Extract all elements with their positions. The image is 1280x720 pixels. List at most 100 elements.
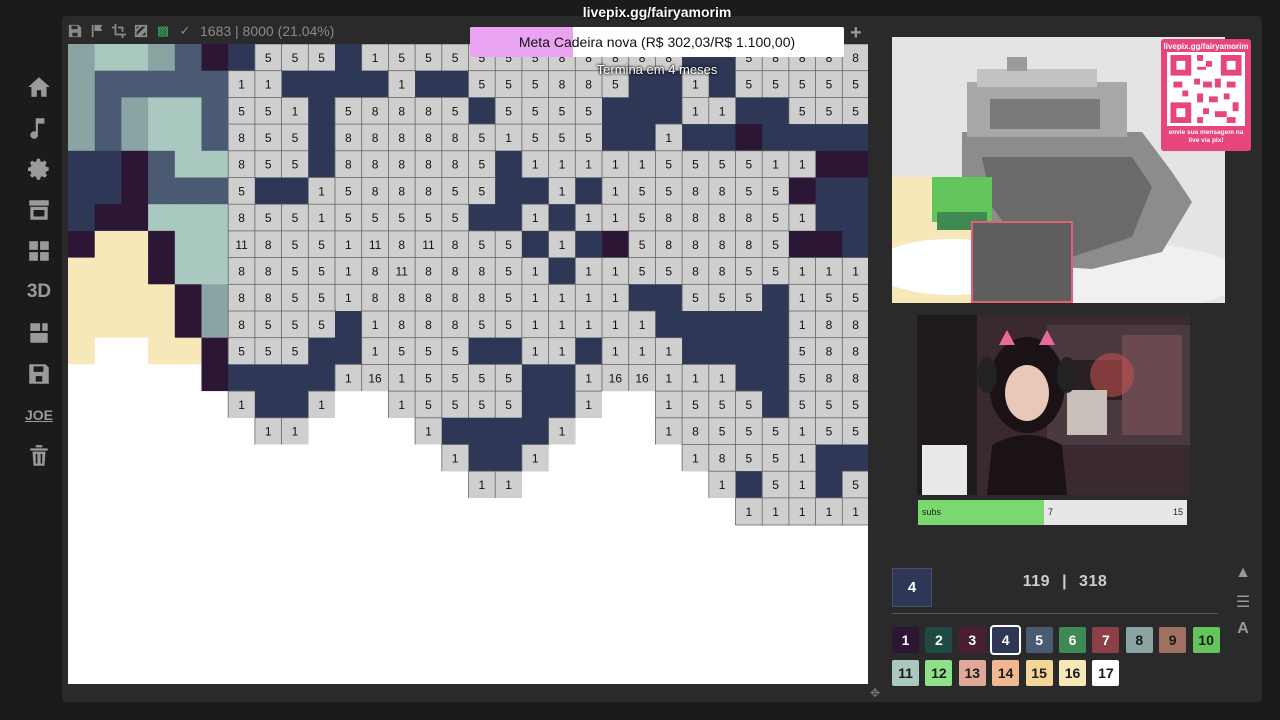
- palette-color-13[interactable]: 13: [958, 660, 986, 686]
- painted-cell[interactable]: [121, 44, 149, 72]
- painted-cell[interactable]: [148, 284, 176, 312]
- painted-cell[interactable]: [281, 70, 309, 98]
- painted-cell[interactable]: [174, 44, 202, 72]
- painted-cell[interactable]: [575, 444, 603, 472]
- painted-cell[interactable]: [628, 497, 656, 525]
- painted-cell[interactable]: [762, 337, 790, 365]
- painted-cell[interactable]: [708, 497, 736, 525]
- painted-cell[interactable]: [174, 471, 202, 499]
- painted-cell[interactable]: [174, 177, 202, 205]
- painted-cell[interactable]: [68, 284, 96, 312]
- painted-cell[interactable]: [121, 204, 149, 232]
- painted-cell[interactable]: [415, 444, 443, 472]
- painted-cell[interactable]: [281, 391, 309, 419]
- palette-color-9[interactable]: 9: [1159, 627, 1187, 653]
- painted-cell[interactable]: [68, 150, 96, 178]
- painted-cell[interactable]: [815, 124, 843, 152]
- painted-cell[interactable]: [602, 97, 630, 125]
- painted-cell[interactable]: [174, 204, 202, 232]
- painted-cell[interactable]: [68, 311, 96, 339]
- painted-cell[interactable]: [68, 337, 96, 365]
- painted-cell[interactable]: [174, 391, 202, 419]
- painted-cell[interactable]: [602, 417, 630, 445]
- painted-cell[interactable]: [441, 70, 469, 98]
- painted-cell[interactable]: [94, 230, 122, 258]
- painted-cell[interactable]: [94, 124, 122, 152]
- painted-cell[interactable]: [361, 70, 389, 98]
- pixel-canvas[interactable]: 5551555555888885888811155588515555555158…: [68, 44, 868, 684]
- painted-cell[interactable]: [94, 257, 122, 285]
- painted-cell[interactable]: [575, 177, 603, 205]
- painted-cell[interactable]: [201, 177, 229, 205]
- painted-cell[interactable]: [148, 124, 176, 152]
- palette-color-15[interactable]: 15: [1025, 660, 1053, 686]
- painted-cell[interactable]: [174, 497, 202, 525]
- painted-cell[interactable]: [201, 124, 229, 152]
- painted-cell[interactable]: [361, 497, 389, 525]
- painted-cell[interactable]: [628, 417, 656, 445]
- painted-cell[interactable]: [335, 337, 363, 365]
- painted-cell[interactable]: [68, 497, 96, 525]
- painted-cell[interactable]: [121, 124, 149, 152]
- painted-cell[interactable]: [548, 257, 576, 285]
- painted-cell[interactable]: [682, 497, 710, 525]
- add-button[interactable]: +: [850, 22, 862, 45]
- painted-cell[interactable]: [148, 177, 176, 205]
- painted-cell[interactable]: [174, 230, 202, 258]
- painted-cell[interactable]: [94, 337, 122, 365]
- hatch-icon[interactable]: [134, 24, 148, 38]
- painted-cell[interactable]: [602, 444, 630, 472]
- palette-color-7[interactable]: 7: [1092, 627, 1120, 653]
- painted-cell[interactable]: [815, 230, 843, 258]
- painted-cell[interactable]: [174, 364, 202, 392]
- painted-cell[interactable]: [495, 150, 523, 178]
- painted-cell[interactable]: [415, 70, 443, 98]
- painted-cell[interactable]: [68, 97, 96, 125]
- painted-cell[interactable]: [468, 97, 496, 125]
- painted-cell[interactable]: [68, 177, 96, 205]
- painted-cell[interactable]: [548, 444, 576, 472]
- painted-cell[interactable]: [762, 364, 790, 392]
- painted-cell[interactable]: [521, 391, 549, 419]
- painted-cell[interactable]: [388, 444, 416, 472]
- painted-cell[interactable]: [628, 391, 656, 419]
- painted-cell[interactable]: [201, 337, 229, 365]
- palette-color-8[interactable]: 8: [1125, 627, 1153, 653]
- painted-cell[interactable]: [148, 311, 176, 339]
- painted-cell[interactable]: [602, 230, 630, 258]
- painted-cell[interactable]: [602, 471, 630, 499]
- painted-cell[interactable]: [121, 150, 149, 178]
- painted-cell[interactable]: [495, 204, 523, 232]
- painted-cell[interactable]: [575, 417, 603, 445]
- painted-cell[interactable]: [94, 204, 122, 232]
- painted-cell[interactable]: [655, 97, 683, 125]
- painted-cell[interactable]: [121, 97, 149, 125]
- painted-cell[interactable]: [495, 497, 523, 525]
- painted-cell[interactable]: [121, 417, 149, 445]
- painted-cell[interactable]: [121, 337, 149, 365]
- painted-cell[interactable]: [762, 284, 790, 312]
- painted-cell[interactable]: [521, 417, 549, 445]
- painted-cell[interactable]: [735, 124, 763, 152]
- painted-cell[interactable]: [682, 311, 710, 339]
- palette-color-12[interactable]: 12: [925, 660, 953, 686]
- painted-cell[interactable]: [228, 497, 256, 525]
- palette-color-10[interactable]: 10: [1192, 627, 1220, 653]
- painted-cell[interactable]: [201, 44, 229, 72]
- painted-cell[interactable]: [788, 230, 816, 258]
- painted-cell[interactable]: [121, 471, 149, 499]
- crop-icon[interactable]: [112, 24, 126, 38]
- painted-cell[interactable]: [121, 364, 149, 392]
- painted-cell[interactable]: [68, 44, 96, 72]
- painted-cell[interactable]: [174, 417, 202, 445]
- painted-cell[interactable]: [148, 230, 176, 258]
- painted-cell[interactable]: [174, 70, 202, 98]
- painted-cell[interactable]: [148, 204, 176, 232]
- palette-color-3[interactable]: 3: [958, 627, 986, 653]
- painted-cell[interactable]: [815, 204, 843, 232]
- painted-cell[interactable]: [201, 364, 229, 392]
- home-up-icon[interactable]: ▲: [1234, 564, 1252, 586]
- painted-cell[interactable]: [254, 471, 282, 499]
- painted-cell[interactable]: [281, 177, 309, 205]
- painted-cell[interactable]: [201, 471, 229, 499]
